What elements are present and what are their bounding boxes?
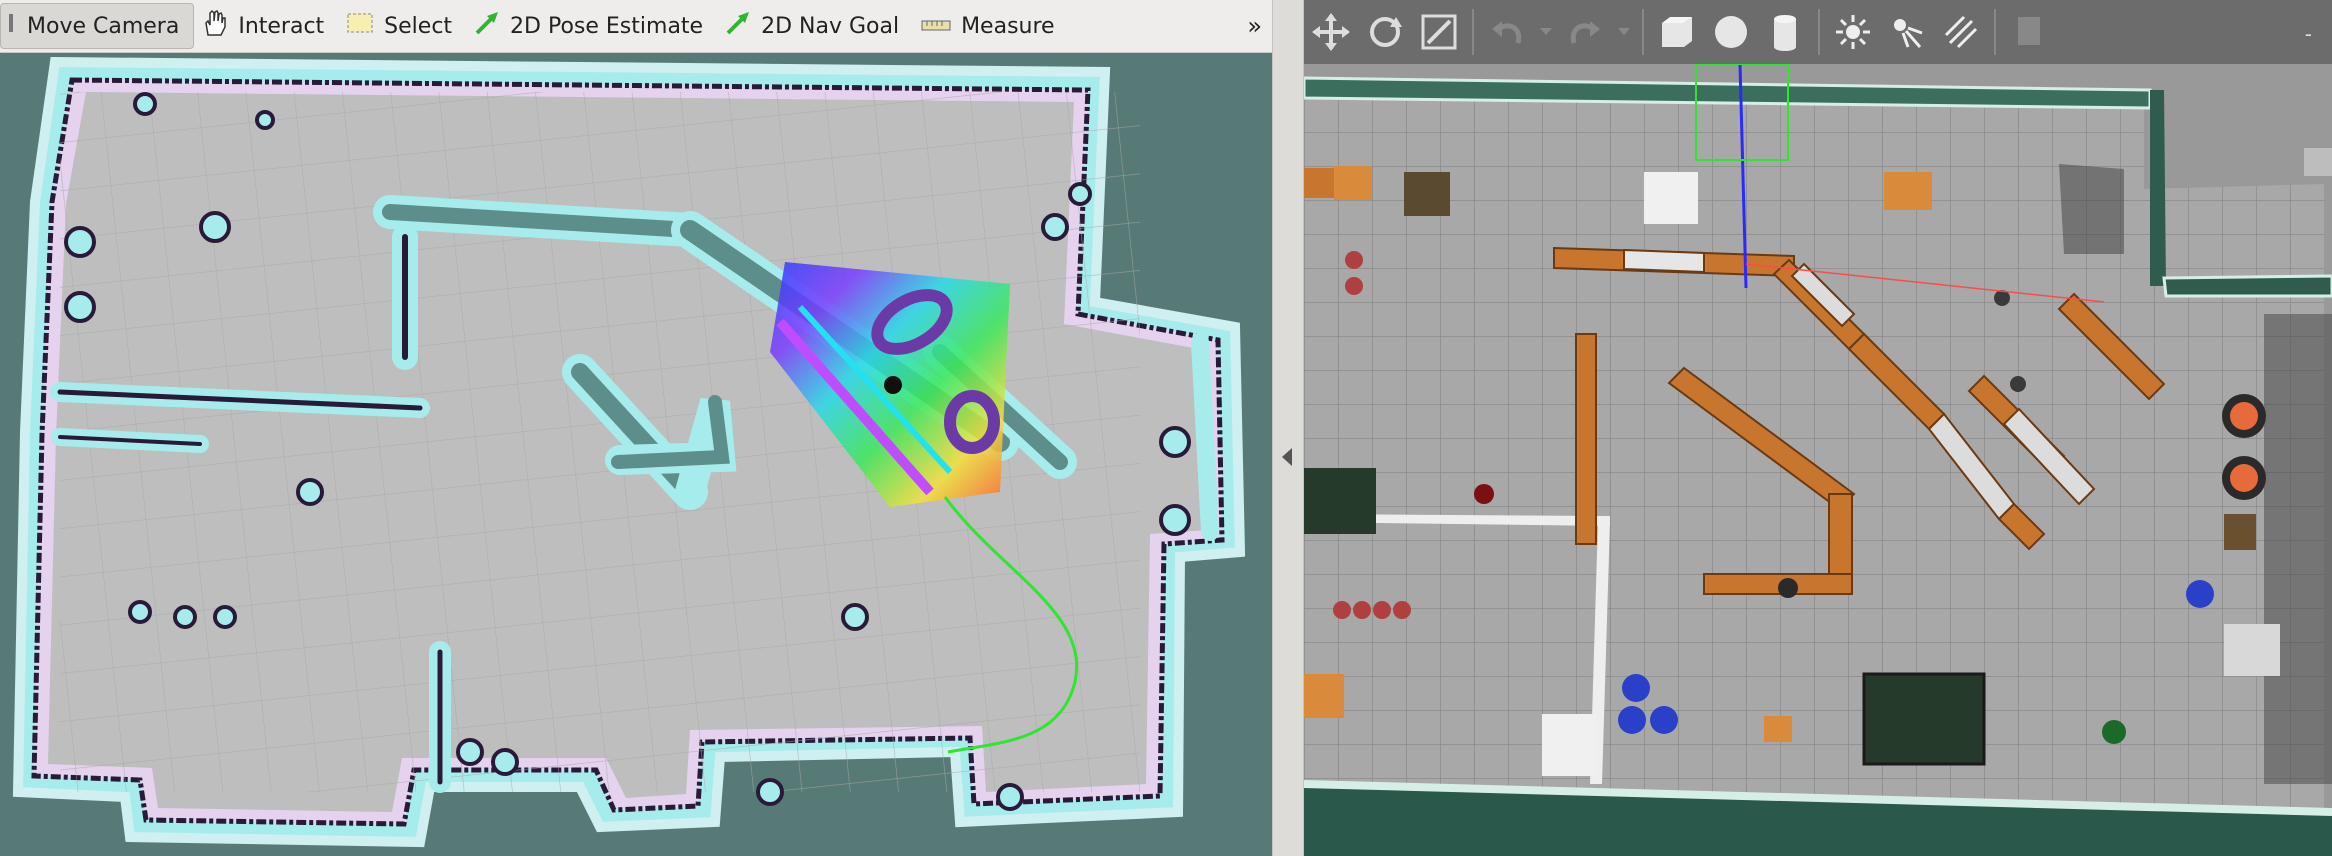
redo-icon[interactable] (1558, 5, 1612, 59)
interact-tool[interactable]: Interact (194, 4, 338, 48)
robot-marker (884, 376, 902, 394)
rviz-panel: Move Camera Interact Select 2D Pose Esti… (0, 0, 1272, 856)
toolbar-menu-handle[interactable]: - (2305, 22, 2312, 46)
collapse-arrow-icon[interactable] (1282, 448, 1292, 466)
toolbar-separator (1818, 9, 1820, 55)
measure-tool[interactable]: Measure (913, 4, 1069, 48)
select-box-icon (346, 11, 374, 41)
move-camera-tool[interactable]: Move Camera (0, 3, 195, 49)
select-tool[interactable]: Select (338, 4, 466, 48)
tool-label: Measure (961, 13, 1055, 39)
pose-estimate-tool[interactable]: 2D Pose Estimate (466, 4, 717, 48)
more-tools-button[interactable]: » (1247, 12, 1262, 40)
gazebo-toolbar: - (1304, 0, 2332, 64)
panel-splitter[interactable] (1272, 0, 1304, 856)
cylinder-icon[interactable] (1758, 5, 1812, 59)
move-camera-icon (9, 12, 17, 40)
ruler-icon (921, 14, 951, 39)
toolbar-separator (1642, 9, 1644, 55)
rviz-toolbar: Move Camera Interact Select 2D Pose Esti… (0, 0, 1272, 53)
box-icon[interactable] (1650, 5, 1704, 59)
tool-label: 2D Nav Goal (761, 13, 900, 39)
rotate-icon[interactable] (1358, 5, 1412, 59)
directional-light-icon[interactable] (1934, 5, 1988, 59)
hand-icon (202, 9, 228, 43)
sphere-icon[interactable] (1704, 5, 1758, 59)
translate-icon[interactable] (1304, 5, 1358, 59)
tool-label: Select (384, 13, 453, 39)
toolbar-separator (1994, 9, 1996, 55)
gazebo-panel: - (1304, 0, 2332, 856)
warehouse-floor (1304, 88, 2324, 814)
copy-icon[interactable] (2002, 5, 2056, 59)
undo-icon[interactable] (1480, 5, 1534, 59)
spot-light-icon[interactable] (1880, 5, 1934, 59)
scale-icon[interactable] (1412, 5, 1466, 59)
green-arrow-icon (474, 10, 500, 42)
rviz-map-view[interactable] (0, 52, 1272, 856)
toolbar-separator (1472, 9, 1474, 55)
tool-label: 2D Pose Estimate (510, 13, 704, 39)
undo-dropdown[interactable] (1534, 5, 1558, 59)
redo-dropdown[interactable] (1612, 5, 1636, 59)
green-arrow-icon (725, 10, 751, 42)
tool-label: Interact (238, 13, 325, 39)
point-light-icon[interactable] (1826, 5, 1880, 59)
tool-label: Move Camera (27, 13, 180, 39)
gazebo-3d-view[interactable] (1304, 64, 2332, 856)
nav-goal-tool[interactable]: 2D Nav Goal (717, 4, 913, 48)
